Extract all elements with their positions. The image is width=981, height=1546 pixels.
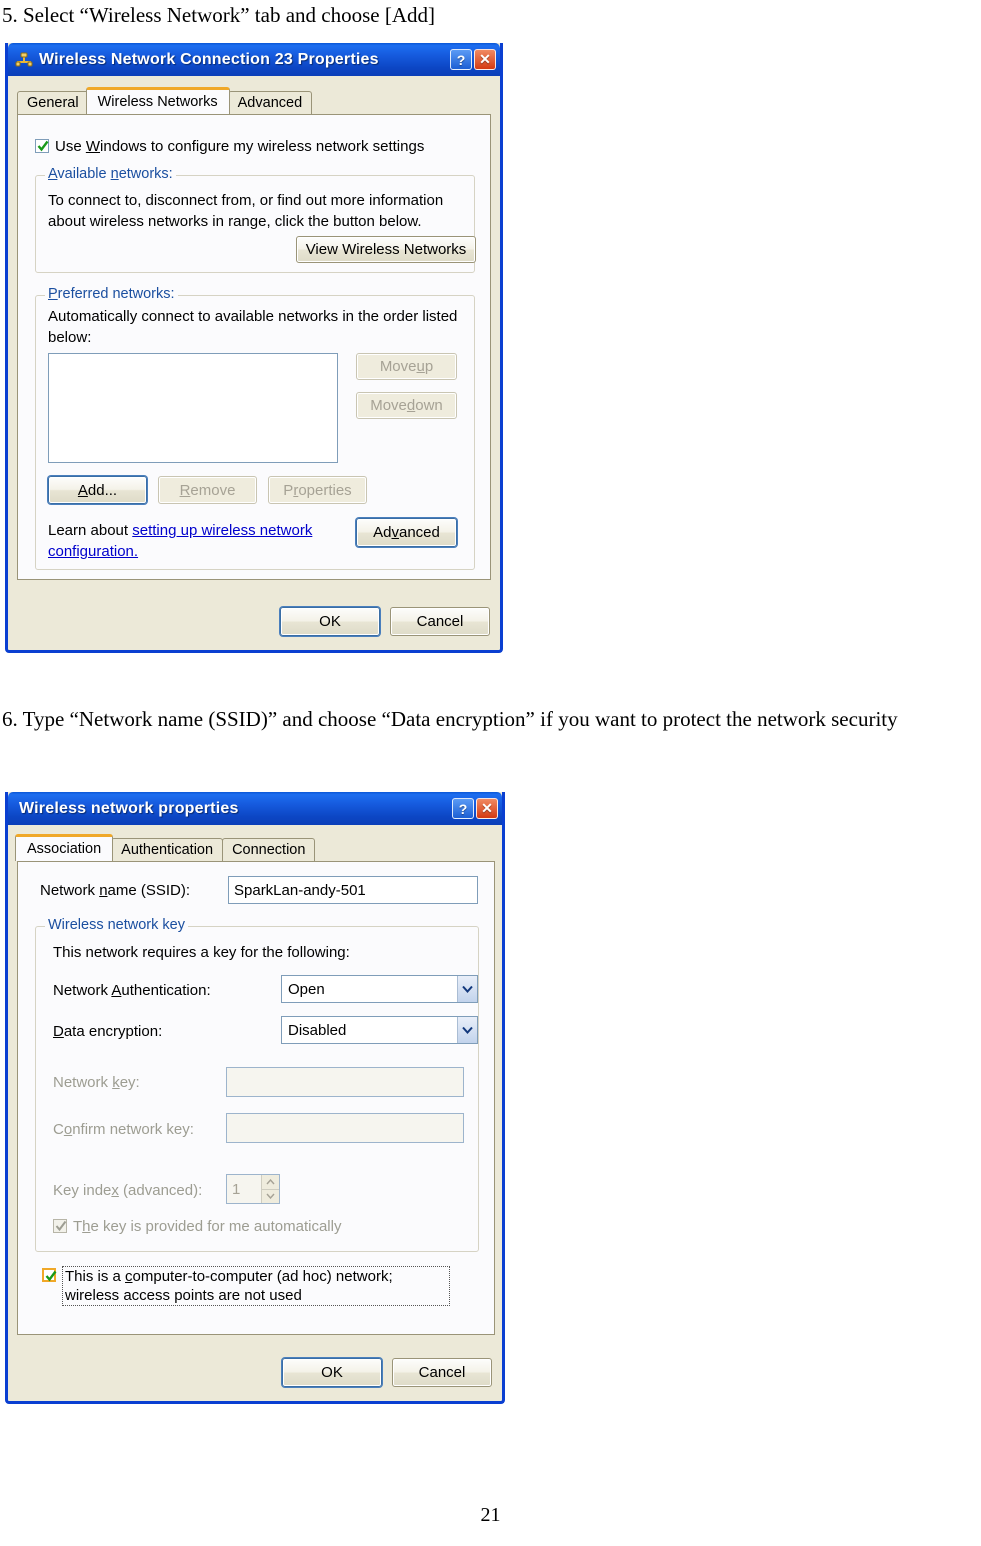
dialog2-title: Wireless network properties — [19, 799, 239, 817]
use-windows-checkbox[interactable]: Use Windows to configure my wireless net… — [35, 137, 424, 156]
adhoc-network-checkbox[interactable]: This is a computer-to-computer (ad hoc) … — [42, 1266, 462, 1306]
ssid-label: Network name (SSID): — [40, 882, 191, 899]
dialog2-titlebar: Wireless network properties ? ✕ — [8, 792, 502, 825]
close-icon[interactable]: ✕ — [476, 798, 498, 819]
check-icon — [55, 1220, 67, 1232]
auto-key-checkbox-label: The key is provided for me automatically — [73, 1218, 342, 1235]
wireless-network-connection-properties-dialog: Wireless Network Connection 23 Propertie… — [5, 43, 503, 653]
confirm-network-key-input[interactable] — [226, 1113, 464, 1143]
preferred-networks-group: Preferred networks: Automatically connec… — [35, 286, 475, 570]
network-authentication-value: Open — [288, 980, 325, 998]
available-networks-group-title: Available networks: — [45, 166, 176, 182]
checkbox-box — [35, 139, 49, 153]
data-encryption-value: Disabled — [288, 1021, 347, 1039]
tab-connection[interactable]: Connection — [222, 838, 316, 861]
properties-button[interactable]: Pr operties — [268, 476, 367, 504]
key-index-value: 1 — [232, 1180, 241, 1198]
tab-wireless-networks[interactable]: Wireless Networks — [85, 87, 230, 114]
wireless-network-key-group: Wireless network key This network requir… — [35, 917, 479, 1252]
chevron-down-icon[interactable] — [457, 976, 477, 1002]
network-authentication-label: Network Authentication: — [53, 982, 211, 999]
network-authentication-select[interactable]: Open — [281, 975, 478, 1003]
tab-association[interactable]: Association — [15, 834, 114, 861]
network-connection-icon — [15, 51, 33, 69]
step-5-instruction: 5. Select “Wireless Network” tab and cho… — [2, 3, 436, 27]
learn-about-text: Learn about setting up wireless network … — [48, 522, 313, 560]
ok-button[interactable]: OK — [280, 607, 380, 636]
spin-up-icon[interactable] — [262, 1175, 279, 1190]
wireless-network-properties-dialog: Wireless network properties ? ✕ Associat… — [5, 792, 505, 1404]
dialog2-tabstrip: Association Authentication Connection — [15, 834, 316, 861]
help-button[interactable]: ? — [452, 798, 474, 819]
page-number: 21 — [480, 1504, 501, 1526]
confirm-network-key-label: Confirm network key: — [53, 1121, 194, 1138]
checkbox-box — [53, 1219, 67, 1233]
cancel-button[interactable]: Cancel — [390, 607, 490, 636]
move-up-button[interactable]: Move up — [356, 353, 457, 380]
key-index-spin-buttons[interactable] — [261, 1175, 279, 1203]
dialog1-titlebar-buttons: ? ✕ — [450, 49, 496, 70]
key-required-description: This network requires a key for the foll… — [53, 944, 350, 961]
dialog1-tabstrip: General Wireless Networks Advanced — [17, 87, 313, 114]
adhoc-network-checkbox-label: This is a computer-to-computer (ad hoc) … — [62, 1266, 450, 1306]
auto-key-checkbox[interactable]: The key is provided for me automatically — [53, 1217, 341, 1236]
chevron-down-icon[interactable] — [457, 1017, 477, 1043]
key-index-label: Key index (advanced): — [53, 1182, 203, 1199]
checkbox-box — [42, 1268, 57, 1282]
spin-down-icon[interactable] — [262, 1189, 279, 1203]
dialog1-title: Wireless Network Connection 23 Propertie… — [39, 50, 379, 68]
use-windows-checkbox-label: Use Windows to configure my wireless net… — [55, 138, 425, 155]
dialog2-titlebar-buttons: ? ✕ — [452, 798, 498, 819]
preferred-networks-description: Automatically connect to available netwo… — [48, 308, 458, 346]
available-networks-description: To connect to, disconnect from, or find … — [48, 192, 444, 230]
tab-general[interactable]: General — [17, 91, 89, 114]
check-icon — [37, 140, 49, 152]
network-key-label: Network key: — [53, 1074, 140, 1091]
move-down-button[interactable]: Move d own — [356, 392, 457, 419]
tab-authentication[interactable]: Authentication — [111, 838, 224, 861]
setting-up-wireless-link[interactable]: setting up wireless network configuratio… — [48, 522, 312, 560]
add-button[interactable]: Add... — [48, 476, 147, 504]
data-encryption-select[interactable]: Disabled — [281, 1016, 478, 1044]
dialog1-tab-panel: Use Windows to configure my wireless net… — [17, 114, 491, 580]
ok-button[interactable]: OK — [282, 1358, 382, 1387]
wireless-network-key-group-title: Wireless network key — [45, 917, 188, 933]
cancel-button[interactable]: Cancel — [392, 1358, 492, 1387]
advanced-button[interactable]: Ad v anced — [356, 518, 457, 547]
dialog2-tab-panel: Network name (SSID): SparkLan-andy-501 W… — [17, 861, 495, 1335]
step-6-instruction: 6. Type “Network name (SSID)” and choose… — [2, 707, 898, 731]
preferred-networks-list[interactable] — [48, 353, 338, 463]
tab-advanced[interactable]: Advanced — [227, 91, 313, 114]
preferred-networks-group-title: Preferred networks: — [45, 286, 178, 302]
close-icon[interactable]: ✕ — [474, 49, 496, 70]
dialog1-titlebar: Wireless Network Connection 23 Propertie… — [8, 43, 500, 76]
view-wireless-networks-button[interactable]: View Wireless Networks — [296, 236, 476, 263]
remove-button[interactable]: Remove — [158, 476, 257, 504]
data-encryption-label: Data encryption: — [53, 1023, 163, 1040]
available-networks-group: Available networks: To connect to, disco… — [35, 166, 476, 273]
help-button[interactable]: ? — [450, 49, 472, 70]
ssid-input[interactable]: SparkLan-andy-501 — [228, 876, 478, 904]
network-key-input[interactable] — [226, 1067, 464, 1097]
check-icon — [45, 1270, 57, 1282]
key-index-stepper[interactable]: 1 — [226, 1174, 280, 1204]
